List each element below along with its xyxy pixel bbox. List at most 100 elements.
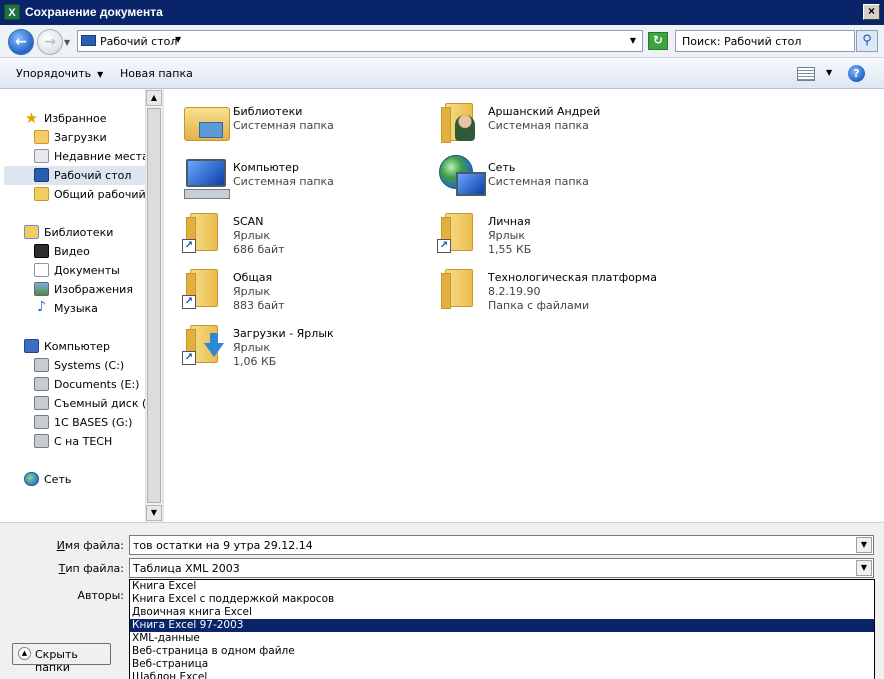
file-type: Системная папка bbox=[233, 175, 334, 188]
hide-folders-button[interactable]: ▲ Скрыть папки bbox=[12, 643, 111, 674]
navigation-scrollbar[interactable]: ▲ ▼ bbox=[145, 89, 162, 522]
file-item-downloads-shortcut[interactable]: ↗ Загрузки - Ярлык Ярлык 1,06 КБ bbox=[164, 319, 414, 371]
breadcrumb-chevron-icon[interactable]: ▼ bbox=[175, 35, 181, 44]
filetype-option[interactable]: Шаблон Excel bbox=[130, 671, 874, 679]
sidebar-item-public-desktop[interactable]: Общий рабочий ст bbox=[4, 185, 145, 204]
authors-label: Авторы: bbox=[77, 589, 124, 602]
sidebar-item-documents[interactable]: Документы bbox=[4, 261, 145, 280]
sidebar-item-label: Общий рабочий ст bbox=[54, 188, 145, 201]
filetype-dropdown-list[interactable]: Книга Excel Книга Excel с поддержкой мак… bbox=[129, 579, 875, 679]
filetype-option[interactable]: XML-данные bbox=[130, 632, 874, 645]
filetype-option[interactable]: Веб-страница bbox=[130, 658, 874, 671]
sidebar-network[interactable]: Сеть bbox=[4, 470, 145, 489]
chevron-down-icon[interactable]: ▼ bbox=[856, 560, 872, 576]
forward-button[interactable]: → bbox=[37, 29, 63, 55]
file-item-personal[interactable]: ↗ Личная Ярлык 1,55 КБ bbox=[419, 207, 669, 259]
folder-shortcut-icon: ↗ bbox=[182, 207, 228, 253]
close-button[interactable]: × bbox=[863, 4, 880, 20]
filetype-option[interactable]: Веб-страница в одном файле bbox=[130, 645, 874, 658]
file-item-tech-platform[interactable]: Технологическая платформа 8.2.19.90 Папк… bbox=[419, 263, 669, 315]
folder-icon bbox=[34, 187, 49, 201]
view-dropdown-icon[interactable]: ▼ bbox=[826, 68, 832, 77]
back-button[interactable]: ← bbox=[8, 29, 34, 55]
sidebar-item-label: Загрузки bbox=[54, 131, 107, 144]
downloads-folder-icon bbox=[34, 130, 49, 144]
sidebar-item-video[interactable]: Видео bbox=[4, 242, 145, 261]
libraries-folder-icon bbox=[182, 97, 230, 143]
search-icon[interactable]: ⚲ bbox=[856, 30, 878, 52]
file-size: Папка с файлами bbox=[488, 299, 590, 312]
file-item-network[interactable]: Сеть Системная папка bbox=[419, 153, 669, 205]
file-type: Ярлык bbox=[488, 229, 525, 242]
pictures-icon bbox=[34, 282, 49, 296]
file-name: Загрузки - Ярлык bbox=[233, 327, 334, 340]
file-type: Системная папка bbox=[488, 175, 589, 188]
file-name: Библиотеки bbox=[233, 105, 303, 118]
sidebar-libraries-label: Библиотеки bbox=[44, 226, 114, 239]
filetype-option[interactable]: Книга Excel bbox=[130, 580, 874, 593]
sidebar-item-label: Рабочий стол bbox=[54, 169, 132, 182]
file-item-shared[interactable]: ↗ Общая Ярлык 883 байт bbox=[164, 263, 414, 315]
address-dropdown-icon[interactable]: ▼ bbox=[630, 36, 636, 45]
recent-pages-dropdown[interactable]: ▼ bbox=[64, 38, 70, 47]
sidebar-computer[interactable]: Компьютер bbox=[4, 337, 145, 356]
breadcrumb-location[interactable]: Рабочий стол bbox=[100, 35, 177, 48]
file-type: Ярлык bbox=[233, 285, 270, 298]
scroll-down-icon[interactable]: ▼ bbox=[146, 505, 162, 521]
sidebar-item-c-on-tech[interactable]: C на TECH bbox=[4, 432, 145, 451]
filetype-option[interactable]: Книга Excel с поддержкой макросов bbox=[130, 593, 874, 606]
refresh-button[interactable]: ↻ bbox=[648, 32, 668, 50]
sidebar-item-desktop[interactable]: Рабочий стол bbox=[4, 166, 145, 185]
title-bar: X Сохранение документа × bbox=[0, 0, 884, 25]
organize-label: Упорядочить bbox=[16, 67, 92, 80]
search-input[interactable]: Поиск: Рабочий стол bbox=[675, 30, 855, 52]
filetype-option-selected[interactable]: Книга Excel 97-2003 bbox=[130, 619, 874, 632]
file-type: 8.2.19.90 bbox=[488, 285, 541, 298]
filetype-option[interactable]: Двоичная книга Excel bbox=[130, 606, 874, 619]
file-size: 883 байт bbox=[233, 299, 285, 312]
new-folder-button[interactable]: Новая папка bbox=[120, 67, 193, 80]
sidebar-favorites[interactable]: ★ Избранное bbox=[4, 109, 145, 128]
breadcrumb[interactable]: Рабочий стол ▼ ▼ bbox=[77, 30, 643, 52]
view-options-icon[interactable] bbox=[797, 67, 815, 81]
sidebar-item-downloads[interactable]: Загрузки bbox=[4, 128, 145, 147]
file-item-scan[interactable]: ↗ SCAN Ярлык 686 байт bbox=[164, 207, 414, 259]
filename-label-text: мя файла: bbox=[64, 539, 124, 552]
sidebar-item-drive-e[interactable]: Documents (E:) bbox=[4, 375, 145, 394]
folder-shortcut-icon: ↗ bbox=[182, 263, 228, 309]
scroll-up-icon[interactable]: ▲ bbox=[146, 90, 162, 106]
folder-icon bbox=[437, 263, 483, 309]
sidebar-item-pictures[interactable]: Изображения bbox=[4, 280, 145, 299]
file-item-computer[interactable]: Компьютер Системная папка bbox=[164, 153, 414, 205]
removable-drive-icon bbox=[34, 396, 49, 410]
sidebar-item-music[interactable]: ♪ Музыка bbox=[4, 299, 145, 318]
star-icon: ★ bbox=[24, 109, 39, 127]
organize-button[interactable]: Упорядочить ▼ bbox=[16, 67, 103, 80]
sidebar-item-drive-g[interactable]: 1C BASES (G:) bbox=[4, 413, 145, 432]
filename-value: тов остатки на 9 утра 29.12.14 bbox=[133, 539, 313, 552]
sidebar-item-drive-c[interactable]: Systems (C:) bbox=[4, 356, 145, 375]
sidebar-item-label: Systems (C:) bbox=[54, 359, 125, 372]
sidebar-item-label: Documents (E:) bbox=[54, 378, 140, 391]
sidebar-item-drive-f[interactable]: Съемный диск (F: bbox=[4, 394, 145, 413]
sidebar-item-recent-places[interactable]: Недавние места bbox=[4, 147, 145, 166]
network-drive-icon bbox=[34, 415, 49, 429]
file-type: Ярлык bbox=[233, 229, 270, 242]
file-list: Библиотеки Системная папка Аршанский Анд… bbox=[164, 89, 884, 522]
filename-field[interactable]: тов остатки на 9 утра 29.12.14 ▼ bbox=[129, 535, 874, 555]
navigation-pane: ★ Избранное Загрузки Недавние места Рабо… bbox=[4, 89, 145, 522]
help-button[interactable]: ? bbox=[848, 65, 865, 82]
file-item-user-folder[interactable]: Аршанский Андрей Системная папка bbox=[419, 97, 669, 149]
scrollbar-thumb[interactable] bbox=[147, 108, 161, 503]
sidebar-item-label: Музыка bbox=[54, 302, 98, 315]
folder-shortcut-icon: ↗ bbox=[437, 207, 483, 253]
file-item-libraries[interactable]: Библиотеки Системная папка bbox=[164, 97, 414, 149]
sidebar-network-label: Сеть bbox=[44, 473, 72, 486]
sidebar-libraries[interactable]: Библиотеки bbox=[4, 223, 145, 242]
file-name: Аршанский Андрей bbox=[488, 105, 601, 118]
filetype-select[interactable]: Таблица XML 2003 ▼ bbox=[129, 558, 874, 578]
libraries-icon bbox=[24, 225, 39, 239]
window-title: Сохранение документа bbox=[25, 5, 163, 19]
file-name: SCAN bbox=[233, 215, 264, 228]
chevron-down-icon[interactable]: ▼ bbox=[856, 537, 872, 553]
